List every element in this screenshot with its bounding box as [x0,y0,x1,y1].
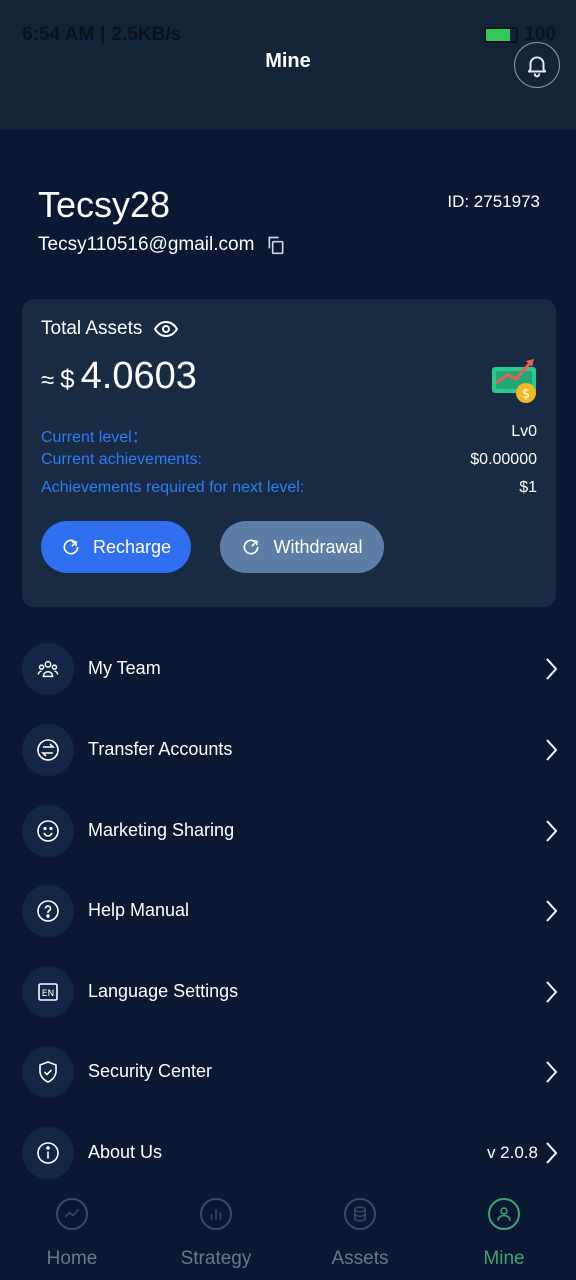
total-assets-value: ≈ $ 4.0603 [41,355,197,398]
tab-home[interactable]: Home [0,1188,144,1280]
chevron-right-icon [546,658,558,680]
help-icon [37,900,59,922]
chevron-right-icon [546,820,558,842]
chevron-right-icon [546,981,558,1003]
tab-mine-label: Mine [483,1248,525,1269]
tab-strategy[interactable]: Strategy [144,1188,288,1280]
current-level-label: Current level： [41,429,148,446]
currency-symbol: $ [60,364,75,394]
chevron-right-icon [546,739,558,761]
app-version: v 2.0.8 [486,1143,538,1162]
tab-assets[interactable]: Assets [288,1188,432,1280]
next-level-row: Achievements required for next level: $1 [41,479,537,497]
user-email-row: Tecsy110516@gmail.com [38,234,286,256]
user-icon [497,1207,511,1221]
menu-item-security-center[interactable]: Security Center [0,1032,576,1112]
current-achievements-row: Current achievements: $0.00000 [41,451,537,469]
tab-assets-label: Assets [331,1248,389,1269]
menu-label-security-center: Security Center [88,1061,213,1081]
user-name: Tecsy28 [38,184,171,225]
svg-text:EN: EN [42,989,54,999]
tab-home-label: Home [46,1248,98,1269]
notification-button[interactable] [514,42,560,88]
menu-item-transfer-accounts[interactable]: Transfer Accounts [0,710,576,790]
user-email: Tecsy110516@gmail.com [38,234,255,255]
menu-label-language-settings: Language Settings [88,981,239,1001]
next-level-label: Achievements required for next level: [41,479,305,496]
chevron-right-icon [546,1061,558,1083]
menu-item-language-settings[interactable]: EN Language Settings [0,952,576,1032]
withdrawal-icon [244,539,259,555]
current-achievements-label: Current achievements: [41,451,202,468]
approx-symbol: ≈ [41,367,55,394]
tab-mine[interactable]: Mine [432,1188,576,1280]
tab-strategy-label: Strategy [180,1248,252,1269]
bottom-tab-bar: Home Strategy Assets Mine [0,1188,576,1280]
menu-item-help-manual[interactable]: Help Manual [0,871,576,951]
next-level-value: $1 [519,479,537,496]
recharge-label: Recharge [92,536,172,557]
copy-icon[interactable] [266,235,286,255]
menu-label-transfer-accounts: Transfer Accounts [88,739,233,759]
app-header: 6:54 AM | 2.5KB/s 100 Mine [0,0,576,130]
total-assets-card: Total Assets ≈ $ 4.0603 $ Current level：… [22,299,556,607]
info-icon [37,1142,59,1164]
page-title: Mine [265,50,311,72]
total-assets-label: Total Assets [41,318,143,339]
money-growth-icon: $ [492,359,536,403]
menu-label-help-manual: Help Manual [88,900,190,920]
transfer-icon [37,739,59,761]
coins-icon [354,1206,366,1222]
menu-item-my-team[interactable]: My Team [0,629,576,709]
chevron-right-icon [546,1142,558,1164]
battery-icon [484,27,519,43]
menu-label-about-us: About Us [88,1142,163,1162]
shield-icon [39,1061,57,1083]
recharge-button[interactable]: Recharge [41,521,191,573]
user-id: ID: 2751973 [447,192,540,211]
smile-icon [37,820,59,842]
language-icon: EN [38,983,58,1001]
status-time: 6:54 AM [22,24,95,45]
current-level-row: Current level： Lv0 [41,423,537,447]
bar-chart-icon [210,1209,222,1220]
bell-icon [527,56,547,78]
team-icon [37,660,59,678]
chevron-right-icon [546,900,558,922]
menu-label-marketing-sharing: Marketing Sharing [88,820,235,840]
current-level-value: Lv0 [511,423,537,440]
menu-item-about-us[interactable]: About Us v 2.0.8 [0,1113,576,1193]
current-achievements-value: $0.00000 [470,451,537,468]
total-assets-header: Total Assets [41,318,179,340]
eye-icon[interactable] [154,320,179,338]
withdrawal-button[interactable]: Withdrawal [220,521,384,573]
chart-line-icon [64,1208,80,1218]
assets-amount: 4.0603 [80,355,197,397]
menu-item-marketing-sharing[interactable]: Marketing Sharing [0,791,576,871]
recharge-icon [63,539,79,555]
status-speed: 2.5KB/s [111,24,182,45]
menu-label-my-team: My Team [88,658,161,678]
svg-text:$: $ [522,387,530,402]
withdrawal-label: Withdrawal [273,536,363,557]
